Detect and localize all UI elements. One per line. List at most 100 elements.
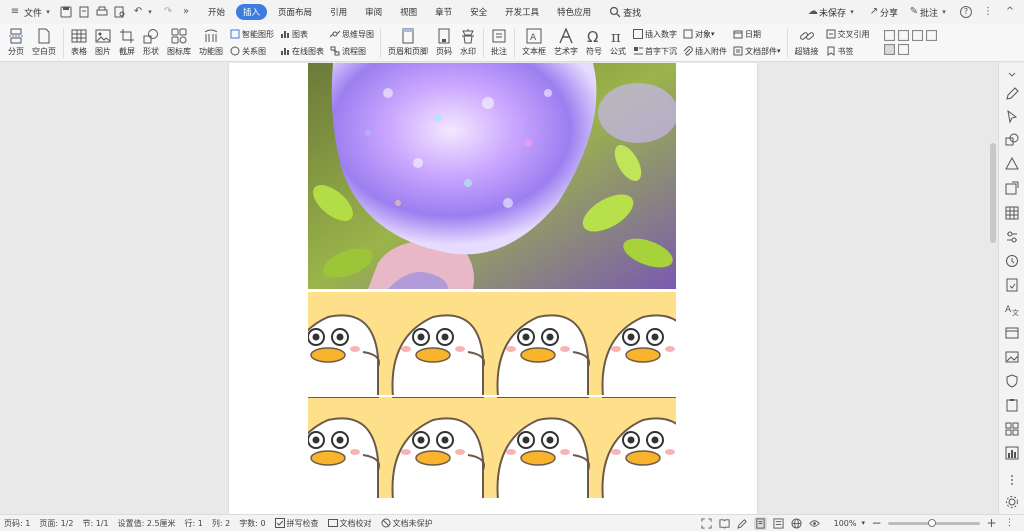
table-panel-icon[interactable] <box>1005 206 1019 220</box>
hyperlink-button[interactable]: 超链接 <box>791 25 823 61</box>
undo-button[interactable]: ↶ ▾ <box>129 2 159 22</box>
picture-button[interactable]: 图片 <box>91 25 115 61</box>
help-button[interactable]: ? <box>958 2 974 22</box>
icon-library-button[interactable]: 图标库 <box>163 25 195 61</box>
online-chart-button[interactable]: 在线图表 <box>280 44 324 58</box>
layout-option-icon[interactable] <box>897 44 909 55</box>
tab-9[interactable]: 特色应用 <box>550 4 598 20</box>
print-button[interactable] <box>93 2 111 22</box>
page-number-status[interactable]: 页码: 1 <box>4 518 30 529</box>
zoom-slider[interactable] <box>888 518 980 527</box>
adjust-icon[interactable] <box>1005 230 1019 244</box>
document-icon[interactable] <box>1005 326 1019 340</box>
tab-5[interactable]: 视图 <box>393 4 424 20</box>
date-button[interactable]: 日期 <box>733 27 781 41</box>
select-cursor-icon[interactable] <box>1005 110 1019 124</box>
tab-6[interactable]: 章节 <box>428 4 459 20</box>
comment-button[interactable]: 批注 <box>487 25 511 61</box>
share-button[interactable]: ↗ 分享 <box>866 2 900 22</box>
write-mode-button[interactable] <box>736 517 749 530</box>
redo-button[interactable]: ↷ <box>159 2 177 22</box>
zoom-in-button[interactable]: + <box>985 516 998 530</box>
layout-option-icon[interactable] <box>925 30 937 41</box>
blank-page-button[interactable]: 空白页 <box>28 25 60 61</box>
duck-pattern-image[interactable] <box>308 292 676 498</box>
spell-check-button[interactable]: 拼写检查 <box>274 518 319 529</box>
more-quick-button[interactable]: » <box>177 2 195 22</box>
formula-button[interactable]: π 公式 <box>606 25 630 61</box>
doc-check-icon[interactable] <box>1005 278 1019 292</box>
function-chart-button[interactable]: 功能图 <box>195 25 227 61</box>
object-button[interactable]: 对象 ▾ <box>683 27 727 41</box>
edit-icon[interactable] <box>1005 87 1019 101</box>
textbox-button[interactable]: A 文本框 <box>518 25 550 61</box>
doc-parts-button[interactable]: 文档部件 ▾ <box>733 44 781 58</box>
collapse-panel-icon[interactable] <box>1005 67 1019 81</box>
page-number-button[interactable]: 页码 <box>432 25 456 61</box>
outline-view-button[interactable] <box>772 517 785 530</box>
tab-8[interactable]: 开发工具 <box>498 4 546 20</box>
layout-option-icon[interactable] <box>911 30 923 41</box>
read-mode-button[interactable] <box>718 517 731 530</box>
document-area[interactable] <box>0 63 998 514</box>
history-icon[interactable] <box>1005 254 1019 268</box>
insert-attachment-button[interactable]: 插入附件 <box>683 44 727 58</box>
doc-protect-button[interactable]: 文档未保护 <box>381 518 433 529</box>
page-break-button[interactable]: 分页 <box>4 25 28 61</box>
shape-button[interactable]: 形状 <box>139 25 163 61</box>
export-pdf-button[interactable] <box>75 2 93 22</box>
smart-shape-button[interactable]: 智能图形 <box>230 27 274 41</box>
art-text-button[interactable]: 艺术字 <box>550 25 582 61</box>
style-icon[interactable] <box>1005 157 1019 171</box>
table-button[interactable]: 表格 <box>67 25 91 61</box>
more-vertical-icon[interactable] <box>1005 473 1019 487</box>
insert-number-button[interactable]: 插入数字 <box>633 27 677 41</box>
word-count-status[interactable]: 字数: 0 <box>239 518 265 529</box>
zoom-dropdown-icon[interactable]: ▾ <box>861 519 865 527</box>
bookmark-button[interactable]: 书签 <box>826 44 870 58</box>
status-more-button[interactable]: ⋮ <box>1003 517 1016 530</box>
share-doc-icon[interactable] <box>1005 181 1019 195</box>
document-page[interactable] <box>229 63 757 514</box>
layout-option-icon[interactable] <box>883 44 895 55</box>
cross-ref-button[interactable]: 交叉引用 <box>826 27 870 41</box>
hamburger-menu-button[interactable]: ≡ 文件 ▾ <box>6 2 57 22</box>
zoom-out-button[interactable]: − <box>870 516 883 530</box>
header-footer-button[interactable]: 页眉和页脚 <box>384 25 432 61</box>
pages-status[interactable]: 页面: 1/2 <box>39 518 73 529</box>
zoom-level[interactable]: 100% <box>834 519 857 528</box>
screenshot-button[interactable]: 截屏 <box>115 25 139 61</box>
crystal-photo[interactable] <box>308 63 676 289</box>
print-preview-button[interactable] <box>111 2 129 22</box>
save-button[interactable] <box>57 2 75 22</box>
layout-option-icon[interactable] <box>897 30 909 41</box>
doc-proof-button[interactable]: 文档校对 <box>327 518 372 529</box>
drop-cap-button[interactable]: 首字下沉 <box>633 44 677 58</box>
flowchart-button[interactable]: 流程图 <box>330 44 374 58</box>
more-options-button[interactable]: ⋮ <box>980 2 996 22</box>
tab-1[interactable]: 插入 <box>236 4 268 20</box>
apps-grid-icon[interactable] <box>1005 422 1019 436</box>
tab-7[interactable]: 安全 <box>463 4 494 20</box>
search-button[interactable]: 查找 <box>606 2 644 22</box>
tab-2[interactable]: 页面布局 <box>271 4 319 20</box>
relation-chart-button[interactable]: 关系图 <box>230 44 274 58</box>
clipboard-icon[interactable] <box>1005 398 1019 412</box>
comment-top-button[interactable]: ✎ 批注 ▾ <box>906 2 952 22</box>
page-view-button[interactable] <box>753 516 767 530</box>
save-status-button[interactable]: ☁ 未保存 ▾ <box>805 2 860 22</box>
translate-icon[interactable]: A文 <box>1005 302 1019 316</box>
eye-protect-button[interactable] <box>808 517 821 530</box>
tab-0[interactable]: 开始 <box>201 4 232 20</box>
chart-button[interactable]: 图表 <box>280 27 324 41</box>
fit-page-button[interactable] <box>700 517 713 530</box>
scrollbar-thumb[interactable] <box>990 143 996 243</box>
shapes-icon[interactable] <box>1005 133 1019 147</box>
tab-3[interactable]: 引用 <box>323 4 354 20</box>
web-view-button[interactable] <box>790 517 803 530</box>
watermark-button[interactable]: 水印 <box>456 25 480 61</box>
statistics-icon[interactable] <box>1005 446 1019 460</box>
collapse-ribbon-button[interactable]: ^ <box>1002 2 1018 22</box>
zoom-slider-thumb[interactable] <box>928 518 937 527</box>
image-panel-icon[interactable] <box>1005 350 1019 364</box>
